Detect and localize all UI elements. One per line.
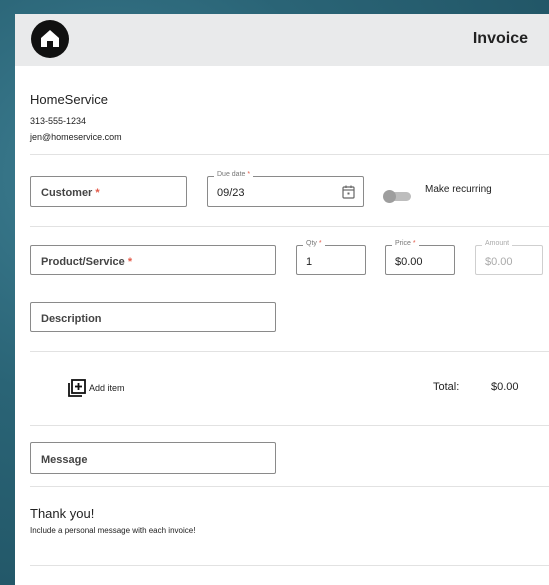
divider: [30, 226, 549, 227]
company-phone: 313-555-1234: [30, 116, 87, 126]
qty-label: Qty: [306, 240, 317, 247]
message-label: Message: [41, 454, 88, 466]
required-mark: *: [412, 240, 416, 247]
recurring-label: Make recurring: [425, 184, 492, 195]
divider: [30, 351, 549, 352]
price-label: Price: [395, 240, 411, 247]
required-mark: *: [95, 187, 100, 199]
invoice-card: Invoice HomeService 313-555-1234 jen@hom…: [15, 14, 549, 585]
price-field[interactable]: Price * $0.00: [385, 240, 455, 275]
total-label: Total:: [433, 381, 460, 393]
header-bar: Invoice: [15, 14, 549, 66]
required-mark: *: [247, 171, 251, 178]
divider: [30, 154, 549, 155]
message-field[interactable]: Message: [30, 442, 276, 474]
qty-value: 1: [306, 256, 313, 268]
description-field[interactable]: Description: [30, 302, 276, 332]
add-box-icon: [68, 379, 86, 397]
customer-label: Customer: [41, 187, 93, 199]
home-icon[interactable]: [31, 20, 69, 58]
company-email: jen@homeservice.com: [30, 132, 122, 142]
product-label: Product/Service: [41, 256, 125, 268]
due-date-value: 09/23: [217, 187, 245, 199]
description-label: Description: [41, 313, 102, 325]
add-item-label: Add item: [89, 383, 125, 393]
divider: [30, 425, 549, 426]
due-date-label: Due date: [217, 171, 246, 178]
divider: [30, 486, 549, 487]
customer-field[interactable]: Customer *: [30, 176, 187, 207]
company-name: HomeService: [30, 92, 109, 107]
page-title: Invoice: [472, 30, 528, 47]
amount-value: $0.00: [485, 256, 513, 268]
thank-you-subtitle: Include a personal message with each inv…: [30, 526, 196, 535]
amount-label: Amount: [482, 240, 513, 247]
divider: [30, 565, 549, 566]
recurring-toggle[interactable]: [383, 190, 413, 203]
thank-you-title: Thank you!: [30, 506, 95, 521]
product-service-field[interactable]: Product/Service *: [30, 245, 276, 275]
toggle-thumb: [383, 190, 396, 203]
amount-field: Amount $0.00: [475, 240, 543, 275]
total-value: $0.00: [491, 381, 519, 393]
price-value: $0.00: [395, 256, 423, 268]
qty-field[interactable]: Qty * 1: [296, 240, 366, 275]
due-date-field[interactable]: Due date * 09/23: [207, 171, 364, 207]
calendar-icon[interactable]: [342, 185, 355, 199]
required-mark: *: [127, 256, 133, 268]
required-mark: *: [318, 240, 322, 247]
add-item-button[interactable]: Add item: [67, 378, 125, 398]
